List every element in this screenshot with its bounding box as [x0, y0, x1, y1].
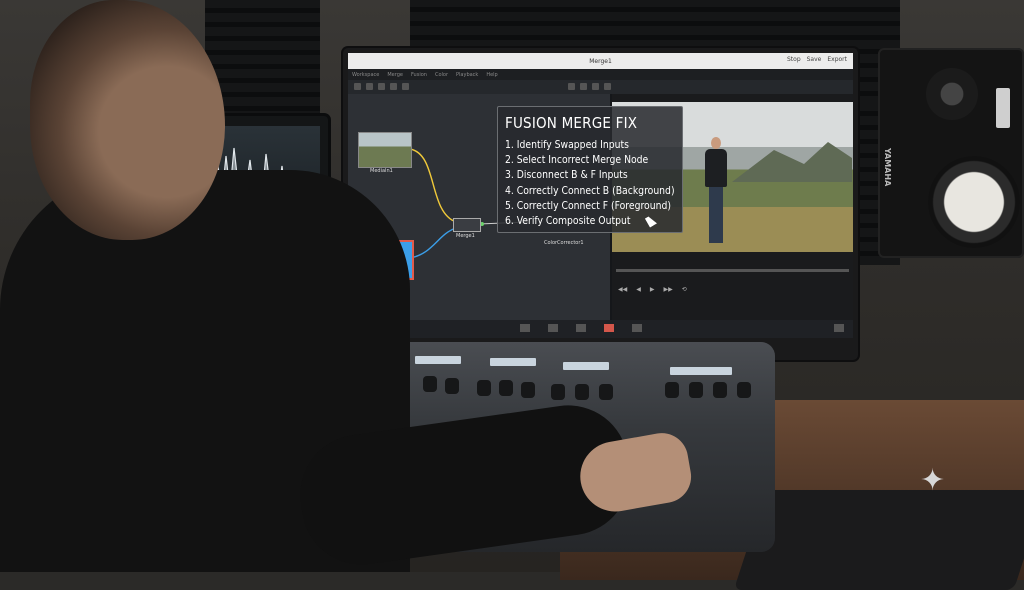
- speaker-knob: [996, 88, 1010, 128]
- tool-button[interactable]: [580, 83, 587, 90]
- panel-knob[interactable]: [477, 380, 491, 396]
- menu-item[interactable]: Help: [486, 72, 497, 78]
- trackball-gain[interactable]: [530, 440, 608, 480]
- toolbar: [348, 80, 853, 95]
- page-color-icon[interactable]: [632, 324, 642, 332]
- tweeter: [926, 68, 978, 120]
- menu-item[interactable]: Workspace: [352, 72, 379, 78]
- media-in-node-2[interactable]: [360, 240, 414, 280]
- fast-forward-icon[interactable]: ▶▶: [663, 286, 672, 293]
- node-sublabel: Stock swap bg: [366, 285, 403, 291]
- panel-knob[interactable]: [423, 376, 437, 392]
- tool-button[interactable]: [354, 83, 361, 90]
- step-item: 2. Select Incorrect Merge Node: [505, 154, 649, 167]
- node-label: MediaIn2: [370, 278, 393, 284]
- window-titlebar: Merge1 Stop Save Export: [348, 53, 853, 69]
- node-label: Merge1: [456, 233, 475, 239]
- menu-item[interactable]: Fusion: [411, 72, 427, 78]
- tool-button[interactable]: [402, 83, 409, 90]
- step-item: 5. Correctly Connect F (Foreground): [505, 199, 671, 212]
- node-label: ColorCorrector1: [544, 240, 584, 246]
- merge-node[interactable]: [453, 218, 481, 232]
- loop-icon[interactable]: ⟲: [682, 286, 687, 293]
- panel-knob[interactable]: [327, 358, 341, 374]
- panel-knob[interactable]: [665, 382, 679, 398]
- panel-knob[interactable]: [445, 378, 459, 394]
- rewind-icon[interactable]: ◀◀: [618, 286, 627, 293]
- window-title: Merge1: [589, 57, 612, 65]
- settings-icon[interactable]: [834, 324, 844, 332]
- step-back-icon[interactable]: ◀: [636, 286, 641, 293]
- tool-button[interactable]: [592, 83, 599, 90]
- panel-display: [490, 358, 536, 366]
- mountain-shape: [732, 142, 852, 182]
- page-bar: DaVinci Resolve: [348, 320, 853, 338]
- media-in-node-1[interactable]: [358, 132, 412, 168]
- panel-knob[interactable]: [345, 366, 359, 382]
- tool-button[interactable]: [378, 83, 385, 90]
- audio-waveform-display: [194, 126, 320, 224]
- panel-display: [345, 354, 385, 362]
- panel-knob[interactable]: [737, 382, 751, 398]
- trackball-gamma[interactable]: [450, 434, 528, 474]
- speaker-brand: YAMAHA: [883, 148, 892, 187]
- menu-item[interactable]: Playback: [456, 72, 478, 78]
- transport-controls: ◀◀ ◀ ▶ ▶▶ ⟲: [612, 282, 853, 296]
- tutorial-overlay: FUSION MERGE FIX 1. Identify Swapped Inp…: [497, 106, 683, 233]
- page-cut-icon[interactable]: [576, 324, 586, 332]
- step-item: 3. Disconnect B & F Inputs: [505, 169, 628, 182]
- sparkle-icon: ✦: [920, 463, 946, 498]
- panel-knob[interactable]: [599, 384, 613, 400]
- node-label: MediaIn1: [370, 168, 393, 174]
- panel-knob[interactable]: [521, 382, 535, 398]
- panel-knob[interactable]: [551, 384, 565, 400]
- panel-display: [670, 367, 732, 375]
- panel-knob[interactable]: [575, 384, 589, 400]
- step-item: 1. Identify Swapped Inputs: [505, 139, 629, 151]
- overlay-title: FUSION MERGE FIX: [505, 114, 638, 132]
- subject-silhouette: [383, 249, 391, 273]
- panel-knob[interactable]: [499, 380, 513, 396]
- step-item: 4. Correctly Connect B (Background): [505, 184, 675, 197]
- titlebar-control[interactable]: Save: [807, 56, 822, 63]
- studio-speaker: YAMAHA: [878, 48, 1024, 258]
- panel-knob[interactable]: [689, 382, 703, 398]
- panel-knob[interactable]: [713, 382, 727, 398]
- panel-knob[interactable]: [363, 370, 377, 386]
- menu-item[interactable]: Merge: [387, 72, 403, 78]
- panel-display: [563, 362, 609, 370]
- waveform-icon: [199, 147, 313, 208]
- woofer: [928, 156, 1020, 248]
- tool-button[interactable]: [568, 83, 575, 90]
- page-media-icon[interactable]: [520, 324, 530, 332]
- person-figure: [704, 137, 728, 245]
- play-icon[interactable]: ▶: [650, 286, 655, 293]
- menubar: Workspace Merge Fusion Color Playback He…: [348, 69, 853, 80]
- app-name: DaVinci Resolve: [354, 325, 394, 331]
- color-control-panel: [305, 342, 775, 552]
- trackball-lift[interactable]: [363, 427, 441, 467]
- tool-button[interactable]: [604, 83, 611, 90]
- titlebar-control[interactable]: Export: [827, 56, 847, 63]
- menu-item[interactable]: Color: [435, 72, 448, 78]
- titlebar-control[interactable]: Stop: [787, 56, 801, 63]
- side-monitor: [186, 116, 328, 236]
- tool-button[interactable]: [366, 83, 373, 90]
- page-fusion-icon[interactable]: [604, 324, 614, 332]
- tool-button[interactable]: [390, 83, 397, 90]
- page-edit-icon[interactable]: [548, 324, 558, 332]
- side-monitor-stand: [230, 236, 290, 254]
- mousepad: [733, 490, 1024, 590]
- scrub-bar[interactable]: [616, 269, 849, 272]
- panel-display: [415, 356, 461, 364]
